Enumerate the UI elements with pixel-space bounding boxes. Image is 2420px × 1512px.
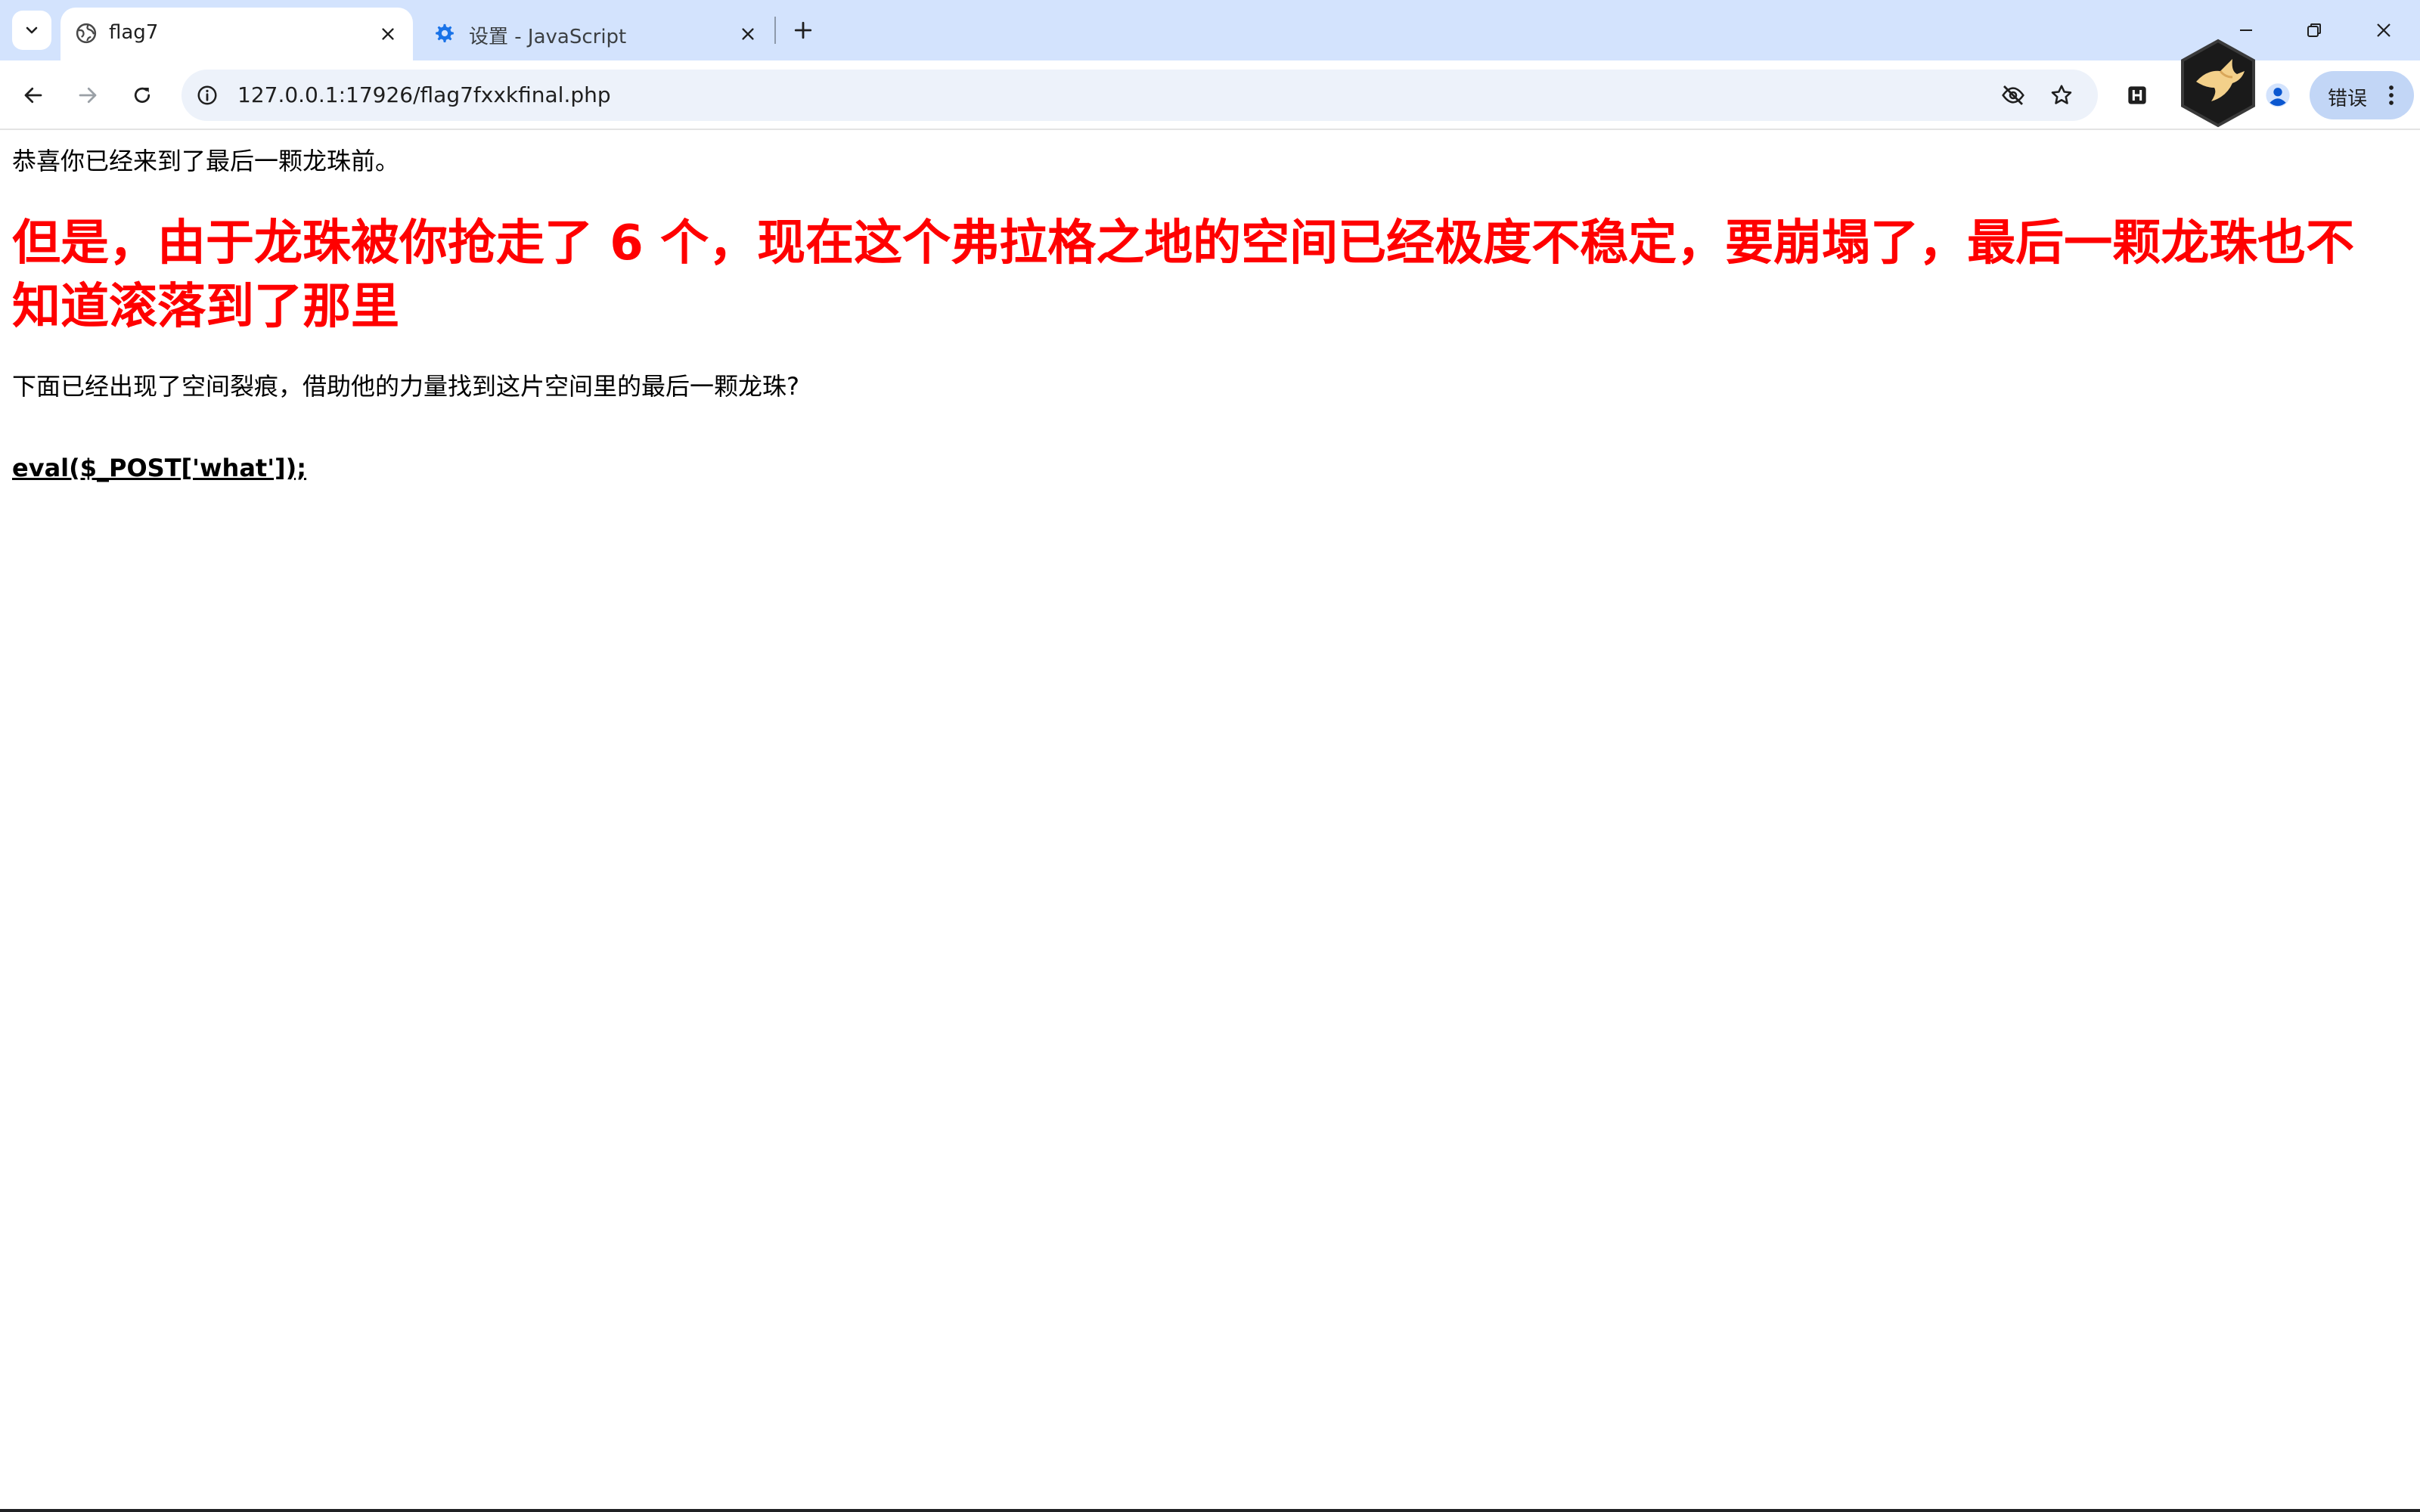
extension-h-icon[interactable] [2124,82,2151,109]
more-vert-icon[interactable] [2384,82,2399,109]
minimize-icon [2240,29,2252,31]
hint-text: 下面已经出现了空间裂痕，借助他的力量找到这片空间里的最后一颗龙珠? [12,372,799,401]
address-bar[interactable]: 127.0.0.1:17926/flag7fxxkfinal.php [182,70,2098,121]
eye-off-icon[interactable] [1998,80,2028,110]
browser-window: flag7 设置 - JavaScript 127.0.0.1:17926/fl… [0,0,2420,1512]
close-icon [2377,23,2391,37]
plus-icon [794,21,812,39]
close-window-button[interactable] [2361,9,2406,51]
forward-button[interactable] [70,77,106,113]
tab-search-button[interactable] [12,11,51,50]
new-tab-button[interactable] [786,14,820,47]
error-chip-button[interactable]: 错误 [2310,71,2414,119]
close-tab-icon[interactable] [735,21,761,47]
error-chip-label: 错误 [2328,88,2368,110]
tab-title: 设置 - JavaScript [469,26,627,48]
tab-separator [774,17,776,44]
bird-extension-icon[interactable] [2176,38,2260,129]
page-content: 恭喜你已经来到了最后一颗龙珠前。 但是，由于龙珠被你抢走了 6 个，现在这个弗拉… [0,130,2420,1510]
arrow-right-icon [79,87,97,104]
chevron-down-icon [26,26,38,34]
profile-button[interactable] [2261,79,2294,112]
arrow-left-icon [24,87,42,104]
toolbar: 127.0.0.1:17926/flag7fxxkfinal.php 错误 [0,60,2420,130]
bookmark-star-icon[interactable] [2046,80,2077,110]
reload-icon [134,87,150,104]
window-bottom-border [0,1509,2420,1512]
close-tab-icon[interactable] [375,21,401,47]
tab-settings-javascript[interactable]: 设置 - JavaScript [420,8,773,60]
reload-button[interactable] [124,77,160,113]
user-avatar-icon [2266,83,2290,107]
page-headline: 但是，由于龙珠被你抢走了 6 个，现在这个弗拉格之地的空间已经极度不稳定，要崩塌… [12,215,2355,335]
tab-title: flag7 [109,21,159,44]
tab-strip: flag7 设置 - JavaScript [0,0,2420,60]
gear-icon [431,20,458,47]
url-text[interactable]: 127.0.0.1:17926/flag7fxxkfinal.php [237,82,611,107]
restore-button[interactable] [2291,9,2337,51]
intro-text: 恭喜你已经来到了最后一颗龙珠前。 [12,147,400,175]
globe-icon [73,20,100,47]
site-info-icon[interactable] [192,80,222,110]
tab-flag7[interactable]: flag7 [60,8,413,60]
eval-code-link[interactable]: eval($_POST['what']); [12,454,306,482]
restore-icon [2307,23,2321,37]
back-button[interactable] [15,77,51,113]
